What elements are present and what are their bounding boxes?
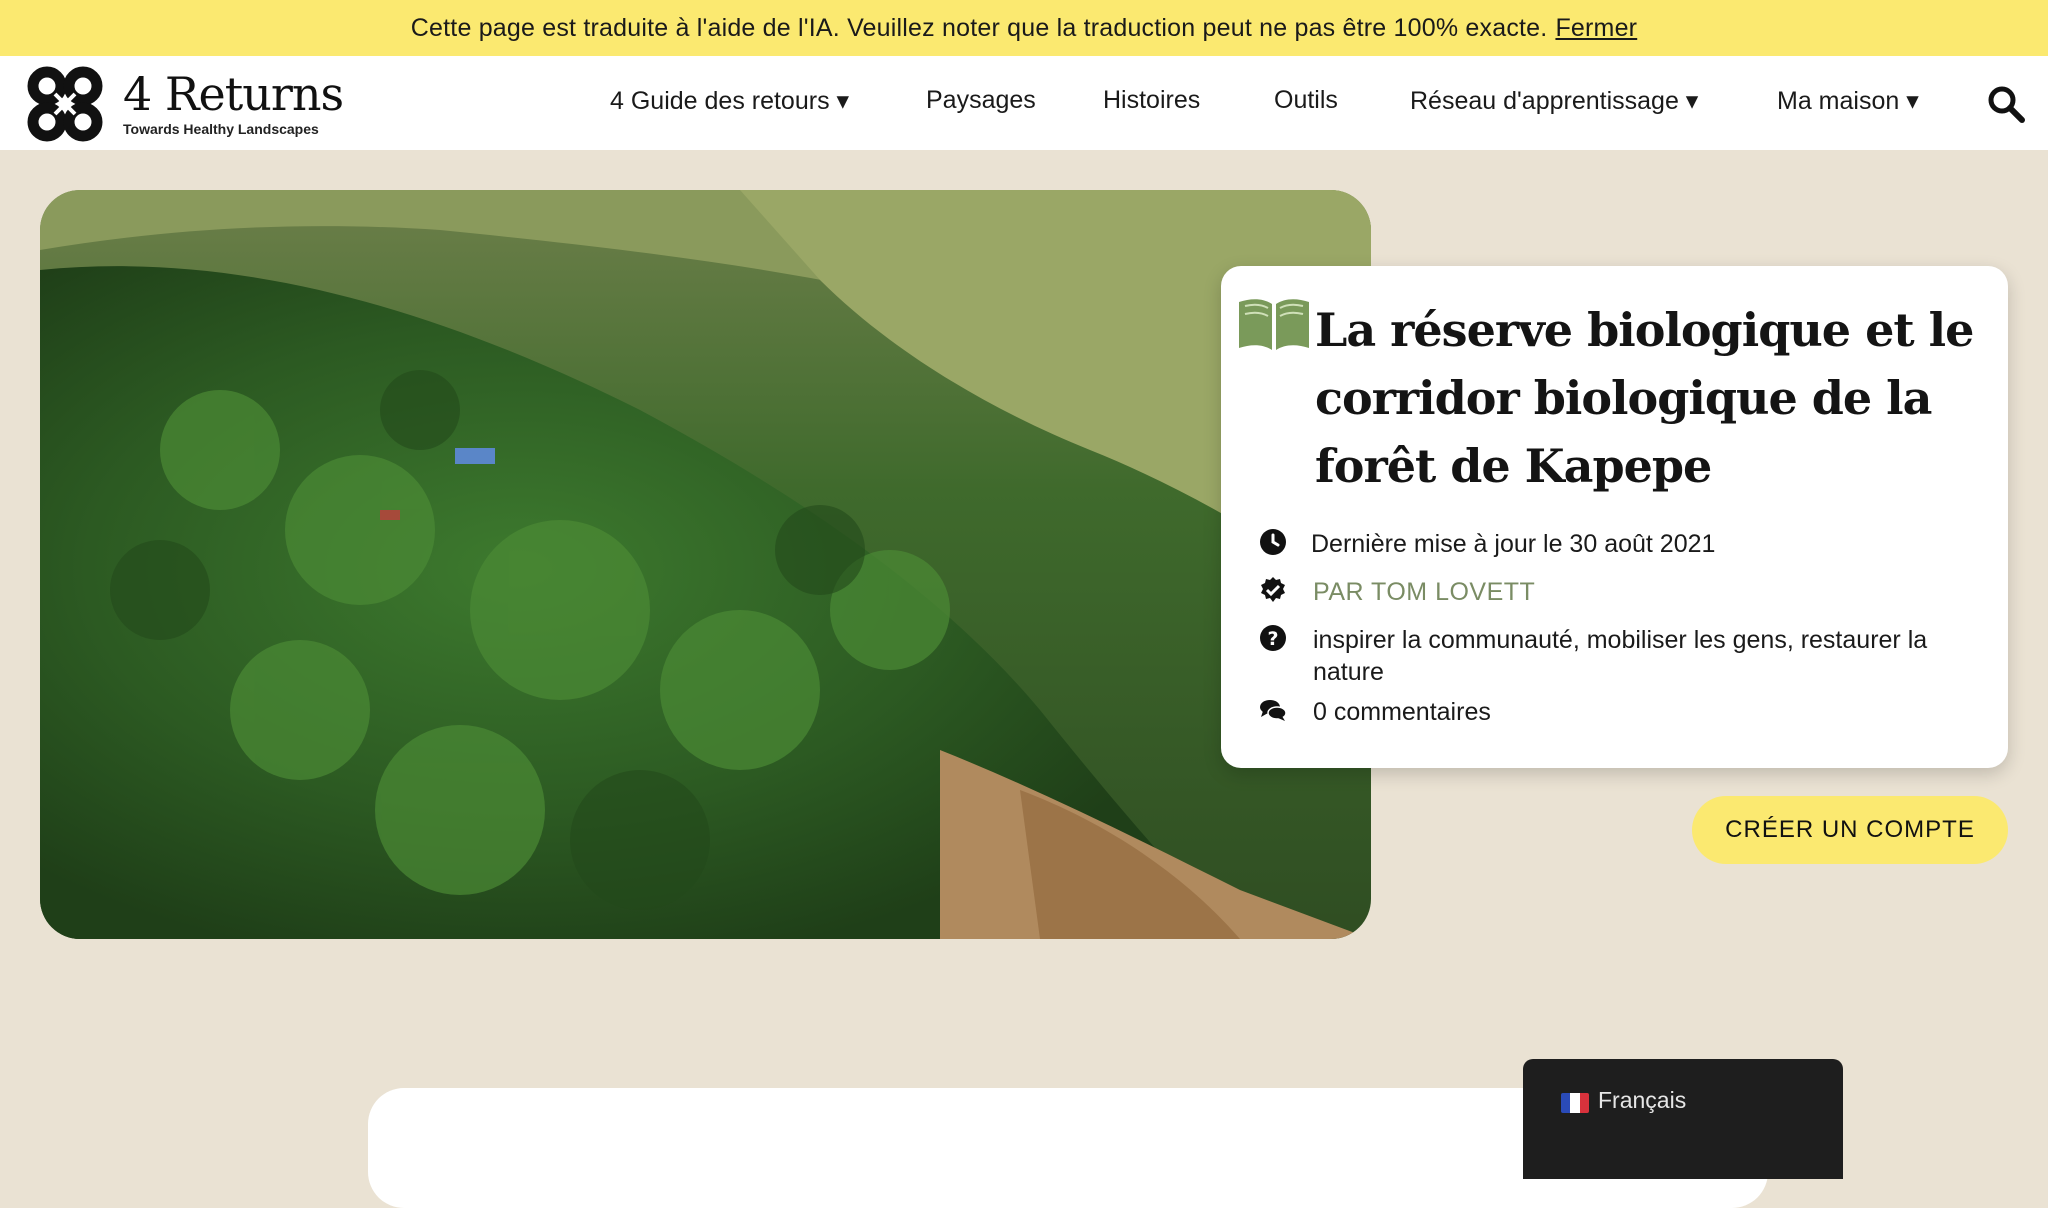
svg-text:?: ? bbox=[1267, 628, 1278, 650]
logo-name: 4 Returns bbox=[123, 67, 344, 121]
site-header: 4 Returns Towards Healthy Landscapes 4 G… bbox=[0, 56, 2048, 150]
article-card: La réserve biologique et le corridor bio… bbox=[1221, 266, 2008, 768]
hero-image bbox=[40, 190, 1371, 939]
search-icon[interactable] bbox=[1986, 84, 2026, 124]
create-account-button[interactable]: CRÉER UN COMPTE bbox=[1692, 796, 2008, 864]
language-label: Français bbox=[1598, 1087, 1687, 1113]
language-switcher[interactable]: Français bbox=[1523, 1059, 1843, 1179]
comments-icon bbox=[1260, 700, 1287, 721]
updated-text: Dernière mise à jour le 30 août 2021 bbox=[1311, 530, 1716, 558]
comments-link[interactable]: 0 commentaires bbox=[1313, 696, 1491, 728]
meta-updated: Dernière mise à jour le 30 août 2021 bbox=[1259, 528, 1715, 560]
nav-item-reseau[interactable]: Réseau d'apprentissage ▾ bbox=[1410, 86, 1698, 116]
banner-close-link[interactable]: Fermer bbox=[1555, 14, 1637, 43]
open-book-icon bbox=[1239, 299, 1309, 350]
meta-tags: ? inspirer la communauté, mobiliser les … bbox=[1259, 624, 1983, 688]
translation-banner: Cette page est traduite à l'aide de l'IA… bbox=[0, 0, 2048, 56]
meta-author: PAR TOM LOVETT bbox=[1259, 576, 1535, 608]
author-link[interactable]: PAR TOM LOVETT bbox=[1313, 576, 1535, 608]
nav-item-paysages[interactable]: Paysages bbox=[926, 86, 1036, 115]
meta-comments: 0 commentaires bbox=[1259, 696, 1491, 728]
nav-item-outils[interactable]: Outils bbox=[1274, 86, 1338, 115]
nav-item-guide[interactable]: 4 Guide des retours ▾ bbox=[610, 86, 849, 116]
france-flag-icon bbox=[1561, 1093, 1589, 1113]
article-title: La réserve biologique et le corridor bio… bbox=[1315, 303, 1974, 493]
verified-check-icon bbox=[1261, 577, 1285, 602]
logo-tagline: Towards Healthy Landscapes bbox=[123, 121, 319, 137]
tags-text: inspirer la communauté, mobiliser les ge… bbox=[1313, 626, 1928, 686]
question-circle-icon: ? bbox=[1260, 625, 1286, 651]
nav-item-ma-maison[interactable]: Ma maison ▾ bbox=[1777, 86, 1919, 116]
forest-valley-image bbox=[40, 190, 1371, 939]
clock-icon bbox=[1260, 529, 1286, 555]
site-logo[interactable]: 4 Returns Towards Healthy Landscapes bbox=[25, 64, 344, 144]
banner-message: Cette page est traduite à l'aide de l'IA… bbox=[410, 13, 1548, 42]
knot-logo-icon bbox=[27, 66, 103, 142]
nav-item-histoires[interactable]: Histoires bbox=[1103, 86, 1200, 115]
